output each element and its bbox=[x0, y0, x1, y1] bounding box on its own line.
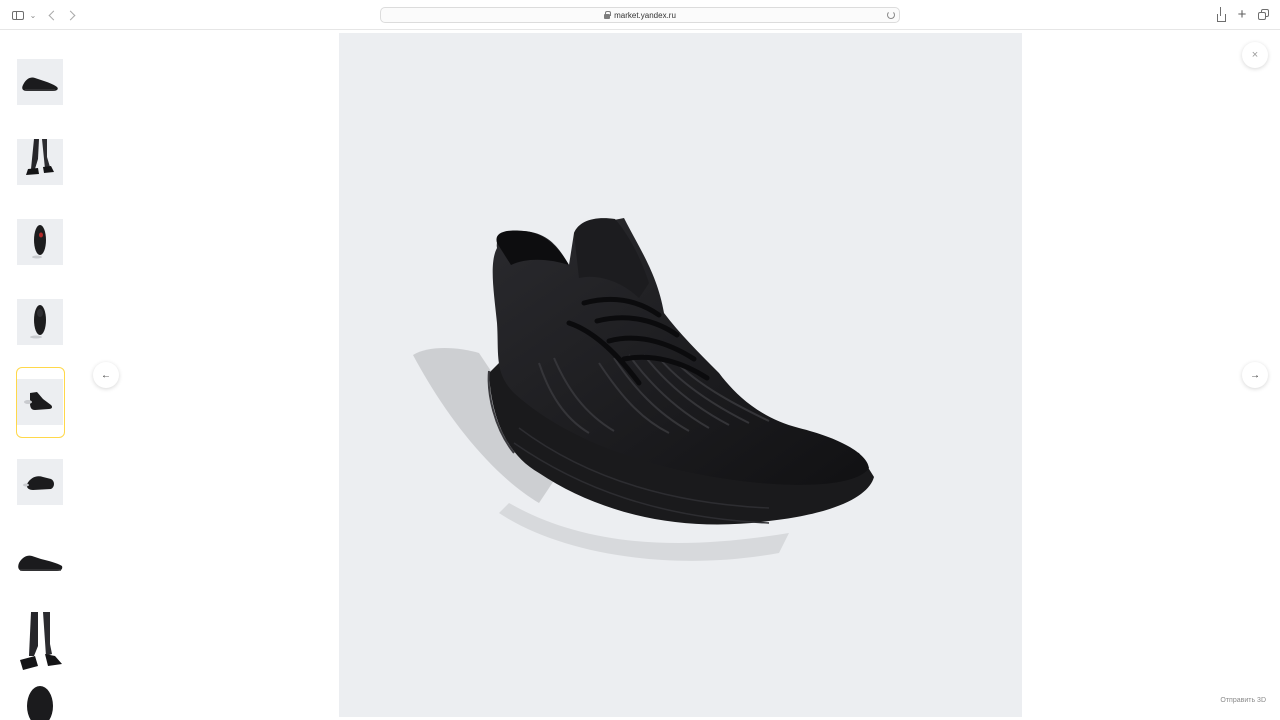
black-sneaker-image bbox=[413, 218, 874, 561]
tabs-overview-icon[interactable] bbox=[1257, 7, 1271, 23]
thumbnail-8[interactable] bbox=[17, 612, 63, 674]
lock-icon bbox=[604, 10, 612, 19]
thumbnail-6[interactable] bbox=[17, 459, 63, 505]
thumbnail-9[interactable] bbox=[17, 686, 63, 720]
close-button[interactable]: × bbox=[1242, 42, 1268, 68]
thumbnail-2[interactable] bbox=[17, 139, 63, 185]
main-product-image bbox=[339, 33, 1022, 717]
sidebar-icon[interactable] bbox=[11, 7, 25, 23]
close-icon: × bbox=[1251, 49, 1259, 61]
forward-button[interactable] bbox=[65, 7, 78, 23]
thumbnail-7[interactable] bbox=[17, 539, 63, 585]
thumbnail-list bbox=[0, 30, 80, 720]
selected-thumbnail-frame bbox=[16, 367, 65, 438]
url-text: market.yandex.ru bbox=[614, 10, 676, 20]
chevron-down-icon[interactable]: ⌄ bbox=[29, 7, 37, 23]
reload-icon[interactable] bbox=[887, 11, 895, 19]
arrow-right-icon: → bbox=[1250, 369, 1260, 381]
back-button[interactable] bbox=[46, 7, 59, 23]
thumbnail-4[interactable] bbox=[17, 299, 63, 345]
new-tab-button[interactable]: + bbox=[1236, 7, 1248, 23]
next-image-button[interactable]: → bbox=[1242, 362, 1268, 388]
arrow-left-icon: ← bbox=[101, 369, 111, 381]
browser-toolbar: ⌄ market.yandex.ru + bbox=[0, 0, 1280, 30]
share-button[interactable] bbox=[1215, 7, 1227, 23]
previous-image-button[interactable]: ← bbox=[93, 362, 119, 388]
send-3d-link[interactable]: Отправить 3D bbox=[1220, 697, 1266, 704]
address-bar[interactable]: market.yandex.ru bbox=[380, 7, 900, 23]
thumbnail-3[interactable] bbox=[17, 219, 63, 265]
thumbnail-1[interactable] bbox=[17, 59, 63, 105]
chevron-right-icon bbox=[65, 10, 76, 20]
chevron-left-icon bbox=[48, 10, 59, 20]
